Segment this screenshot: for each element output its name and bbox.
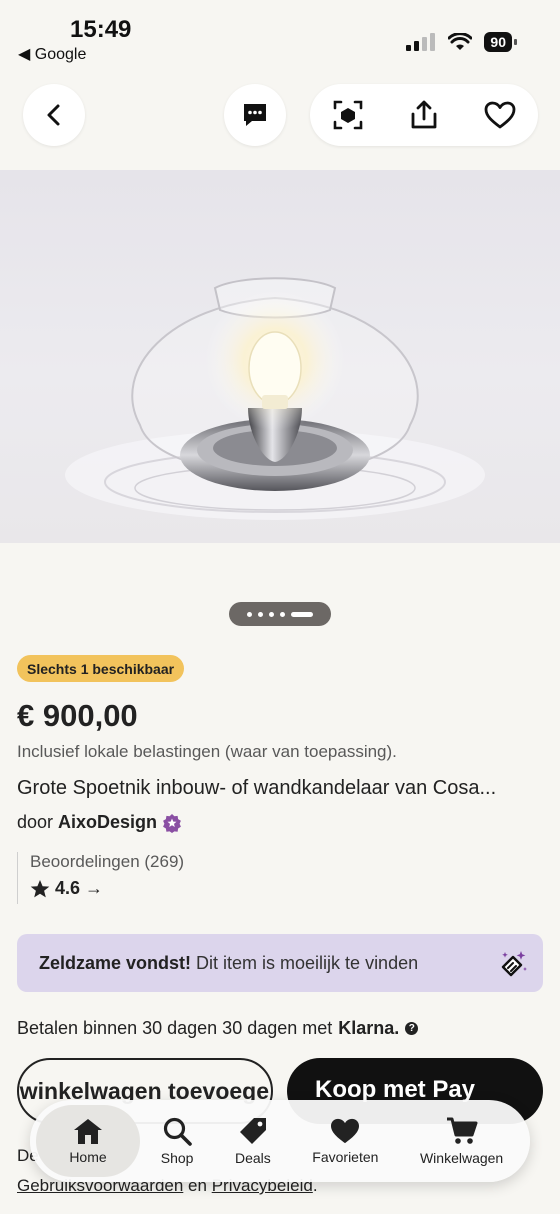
availability-badge: Slechts 1 beschikbaar (17, 655, 185, 682)
klarna-payment-note: Betalen binnen 30 dagen 30 dagen met Kla… (17, 1018, 419, 1039)
rare-find-banner: Zeldzame vondst! Dit item is moeilijk te… (17, 934, 543, 992)
tab-shop-label: Shop (160, 1150, 194, 1166)
message-icon (244, 104, 266, 126)
pager-dot[interactable] (280, 611, 285, 617)
seller-name-link[interactable]: AixoDesign (58, 812, 157, 833)
back-button[interactable] (23, 84, 85, 146)
rating-row[interactable]: 4.6 → (30, 878, 184, 899)
wifi-icon (448, 33, 473, 50)
tab-home-label: Home (69, 1149, 107, 1165)
tab-home[interactable]: Home (36, 1105, 140, 1177)
tab-shop[interactable]: Shop (140, 1105, 214, 1177)
pager-dot[interactable] (269, 611, 274, 617)
klarna-text: Betalen binnen 30 dagen 30 dagen met (17, 1018, 333, 1038)
pager-dot[interactable] (258, 611, 263, 617)
tab-favorieten[interactable]: Favorieten (292, 1105, 400, 1177)
product-title[interactable]: Grote Spoetnik inbouw- of wandkandelaar … (17, 777, 496, 800)
image-pager[interactable] (229, 602, 331, 626)
reviews-label: Beoordelingen (269) (30, 852, 185, 871)
tag-icon (239, 1118, 266, 1144)
bottom-tab-bar: Home Shop Deals Favorieten Winkelwagen (30, 1100, 530, 1182)
heart-icon (484, 101, 516, 129)
ar-cube-icon (333, 100, 363, 130)
product-image[interactable] (0, 170, 560, 543)
home-icon (74, 1119, 102, 1144)
seller-line: door AixoDesign (17, 812, 182, 833)
star-icon (30, 879, 50, 897)
magic-tag-icon (501, 951, 527, 977)
klarna-logo: Klarna. (338, 1018, 400, 1038)
top-navigation (0, 84, 560, 148)
share-button[interactable] (396, 87, 452, 143)
status-indicators: 90 (406, 32, 517, 52)
help-icon[interactable]: ? (405, 1022, 419, 1035)
price: € 900,00 (17, 698, 138, 733)
tab-winkelwagen-label: Winkelwagen (419, 1150, 504, 1166)
tab-winkelwagen[interactable]: Winkelwagen (399, 1105, 524, 1177)
heart-filled-icon (331, 1118, 360, 1144)
tab-deals[interactable]: Deals (214, 1105, 291, 1177)
pager-dot[interactable] (247, 611, 252, 617)
rare-find-text: Dit item is moeilijk te vinden (196, 952, 419, 973)
ar-view-button[interactable] (320, 87, 376, 143)
search-icon (164, 1117, 192, 1146)
rare-find-title: Zeldzame vondst! (39, 952, 192, 973)
back-to-google-link[interactable]: ◀ Google (18, 44, 86, 64)
action-pill-group (310, 84, 538, 146)
message-seller-button[interactable] (224, 84, 286, 146)
cart-icon (446, 1117, 478, 1144)
battery-indicator: 90 (484, 32, 517, 52)
share-icon (411, 100, 437, 129)
seller-prefix: door (17, 812, 54, 832)
favorite-button[interactable] (472, 87, 528, 143)
chevron-left-icon (47, 104, 60, 126)
rating-value: 4.6 → (55, 878, 104, 898)
pager-dot-active[interactable] (291, 611, 313, 617)
tab-deals-label: Deals (234, 1150, 271, 1166)
tax-note: Inclusief lokale belastingen (waar van t… (17, 742, 397, 761)
status-bar: 15:49 ◀ Google 90 (0, 0, 560, 70)
glass-lamp-image (65, 277, 485, 520)
star-seller-badge-icon (163, 813, 181, 833)
status-time: 15:49 (70, 16, 132, 43)
tab-favorieten-label: Favorieten (312, 1149, 379, 1165)
reviews-summary[interactable]: Beoordelingen (269) 4.6 → (17, 852, 184, 904)
signal-icon (406, 33, 436, 51)
